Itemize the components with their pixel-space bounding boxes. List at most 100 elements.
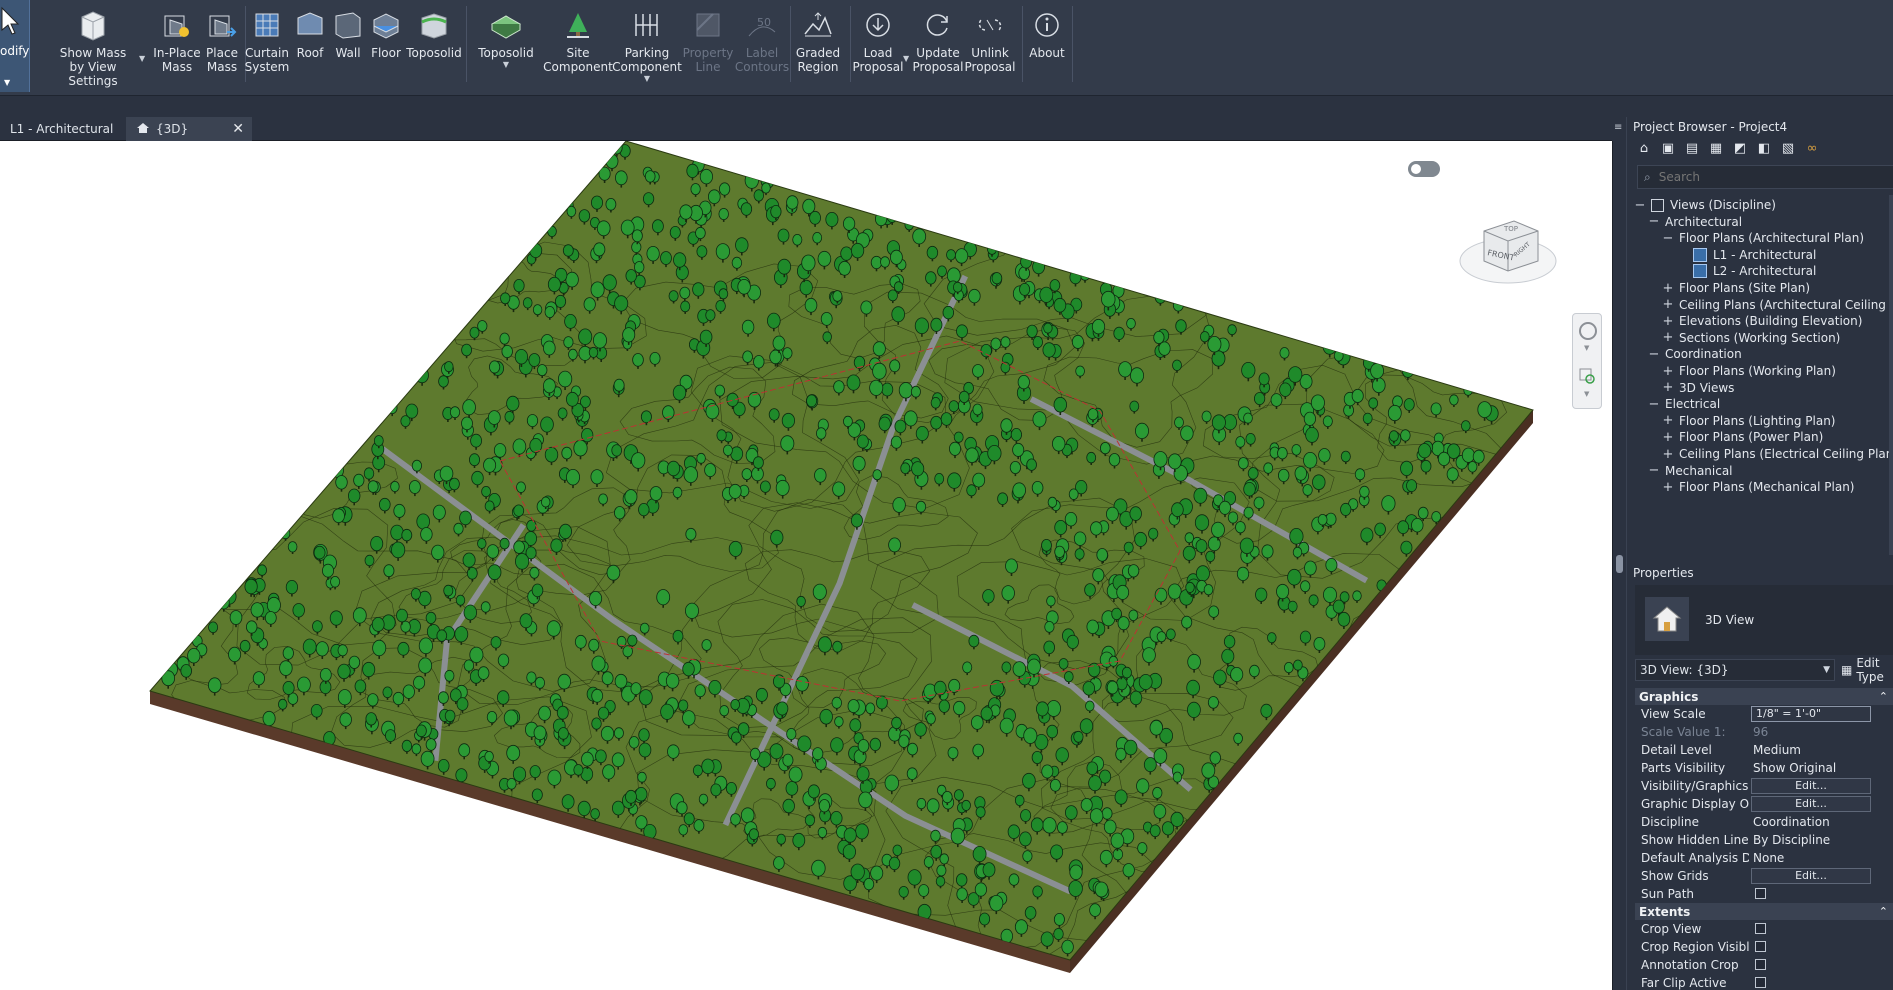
tree-crown <box>1279 382 1292 397</box>
tree-crown <box>812 583 827 601</box>
steering-wheel-icon[interactable] <box>1579 322 1597 340</box>
tree-crown <box>402 684 415 699</box>
property-value[interactable]: By Discipline <box>1753 833 1830 847</box>
about-button[interactable]: About <box>1024 0 1070 92</box>
collapse-icon[interactable]: − <box>1647 397 1661 412</box>
tree-scrollbar[interactable] <box>1889 195 1893 555</box>
tree-crown <box>1087 408 1099 421</box>
expand-icon[interactable]: + <box>1661 364 1675 379</box>
place-mass-button[interactable]: Place Mass <box>204 0 240 92</box>
tree-crown <box>1430 402 1442 416</box>
tree-crown <box>526 671 537 684</box>
parking-dropdown-icon[interactable]: ▼ <box>644 75 650 83</box>
chevron-down-icon[interactable]: ▼ <box>1584 390 1589 398</box>
close-icon[interactable]: ✕ <box>232 121 244 137</box>
collapse-icon[interactable]: − <box>1661 231 1675 246</box>
zoom-icon[interactable] <box>1579 368 1597 386</box>
collapse-icon[interactable]: − <box>1647 347 1661 362</box>
toggle-switch[interactable] <box>1408 161 1440 177</box>
viewport-scrollbar[interactable] <box>1612 141 1626 990</box>
project-browser-search[interactable]: ⌕ <box>1637 165 1893 189</box>
modify-button[interactable]: odify ▼ <box>0 0 30 92</box>
expand-icon[interactable]: + <box>1661 413 1675 428</box>
expand-icon[interactable]: + <box>1661 281 1675 296</box>
expand-icon[interactable]: + <box>1661 297 1675 312</box>
property-value[interactable]: Medium <box>1753 743 1801 757</box>
update-proposal-button[interactable]: Update Proposal <box>910 0 966 92</box>
expand-icon[interactable]: + <box>1661 430 1675 445</box>
property-section-header[interactable]: Graphics ⌃ <box>1635 688 1893 705</box>
graded-region-button[interactable]: Graded Region <box>792 0 844 92</box>
3d-viewport[interactable]: TOP FRONT RIGHT ▼ ▼ <box>0 141 1612 990</box>
property-checkbox[interactable] <box>1755 977 1766 988</box>
roof-button[interactable]: Roof <box>292 0 328 92</box>
load-proposal-dropdown-icon[interactable]: ▼ <box>903 54 909 63</box>
tab-menu-icon[interactable]: ≡ <box>1614 122 1622 133</box>
in-place-mass-button[interactable]: In-Place Mass <box>150 0 204 92</box>
tree-item[interactable]: + Floor Plans (Mechanical Plan) <box>1661 477 1855 497</box>
tree-crown <box>1042 342 1056 358</box>
tab-l1-architectural[interactable]: L1 - Architectural <box>0 117 126 141</box>
viewcube-top[interactable]: TOP <box>1503 225 1518 233</box>
toposolid-button-2[interactable]: Toposolid ▼ <box>474 0 538 92</box>
modify-dropdown-icon[interactable]: ▼ <box>4 78 10 87</box>
edit-button[interactable]: Edit... <box>1751 868 1871 884</box>
unlink-proposal-button[interactable]: Unlink Proposal <box>962 0 1018 92</box>
property-checkbox[interactable] <box>1755 941 1766 952</box>
load-proposal-label-2: Proposal <box>852 60 904 74</box>
property-checkbox[interactable] <box>1755 923 1766 934</box>
label-contours-button[interactable]: 50 Label Contours <box>734 0 790 92</box>
collapse-icon[interactable]: ⌃ <box>1879 690 1888 703</box>
site-component-button[interactable]: Site Component <box>540 0 616 92</box>
collapse-icon[interactable]: − <box>1633 198 1647 213</box>
collapse-icon[interactable]: ⌃ <box>1879 905 1888 918</box>
family-icon[interactable]: ◧ <box>1755 139 1773 157</box>
show-mass-button[interactable]: Show Mass by View Settings <box>48 0 138 92</box>
tree-crown <box>1221 648 1235 664</box>
toposolid-dropdown-icon[interactable]: ▼ <box>503 61 509 69</box>
toposolid-button-1[interactable]: Toposolid <box>404 0 464 92</box>
property-section-header[interactable]: Extents ⌃ <box>1635 903 1893 920</box>
property-value[interactable]: Show Original <box>1753 761 1836 775</box>
expand-icon[interactable]: + <box>1661 480 1675 495</box>
terrain-model[interactable] <box>0 141 1612 990</box>
tree-crown <box>1143 757 1157 773</box>
sheet-icon[interactable]: ◩ <box>1731 139 1749 157</box>
chevron-down-icon[interactable]: ▼ <box>1584 344 1589 352</box>
edit-button[interactable]: Edit... <box>1751 796 1871 812</box>
show-mass-dropdown-icon[interactable]: ▼ <box>139 54 145 63</box>
expand-icon[interactable]: + <box>1661 447 1675 462</box>
view-scale-input[interactable]: 1/8" = 1'-0" <box>1751 706 1871 722</box>
property-line-button[interactable]: Property Line <box>680 0 736 92</box>
group-icon[interactable]: ▧ <box>1779 139 1797 157</box>
parking-component-button[interactable]: Parking Component ▼ <box>612 0 682 92</box>
property-checkbox[interactable] <box>1755 959 1766 970</box>
edit-type-button[interactable]: ▦ Edit Type <box>1841 656 1893 684</box>
wall-button[interactable]: Wall <box>330 0 366 92</box>
tree-crown <box>1068 880 1083 897</box>
expand-icon[interactable]: + <box>1661 314 1675 329</box>
tree-crown <box>462 399 476 416</box>
search-input[interactable] <box>1658 170 1859 184</box>
property-value[interactable]: None <box>1753 851 1784 865</box>
table-icon[interactable]: ▦ <box>1707 139 1725 157</box>
floor-button[interactable]: Floor <box>368 0 404 92</box>
link-icon[interactable]: ∞ <box>1803 139 1821 157</box>
expand-icon[interactable]: + <box>1661 330 1675 345</box>
scrollbar-thumb[interactable] <box>1616 555 1623 573</box>
edit-button[interactable]: Edit... <box>1751 778 1871 794</box>
load-proposal-button[interactable]: Load Proposal <box>852 0 904 92</box>
zoom-extents-icon[interactable]: ▣ <box>1659 139 1677 157</box>
collapse-icon[interactable]: − <box>1647 214 1661 229</box>
home-icon[interactable]: ⌂ <box>1635 139 1653 157</box>
property-checkbox[interactable] <box>1755 888 1766 899</box>
tree-crown <box>631 452 646 469</box>
instance-selector[interactable]: 3D View: {3D} ▼ <box>1635 659 1835 681</box>
curtain-system-button[interactable]: Curtain System <box>245 0 289 92</box>
viewcube[interactable]: TOP FRONT RIGHT <box>1450 191 1560 291</box>
property-value[interactable]: Coordination <box>1753 815 1830 829</box>
expand-icon[interactable]: + <box>1661 380 1675 395</box>
schedule-icon[interactable]: ▤ <box>1683 139 1701 157</box>
tab-3d[interactable]: {3D} ✕ <box>126 117 252 141</box>
collapse-icon[interactable]: − <box>1647 463 1661 478</box>
